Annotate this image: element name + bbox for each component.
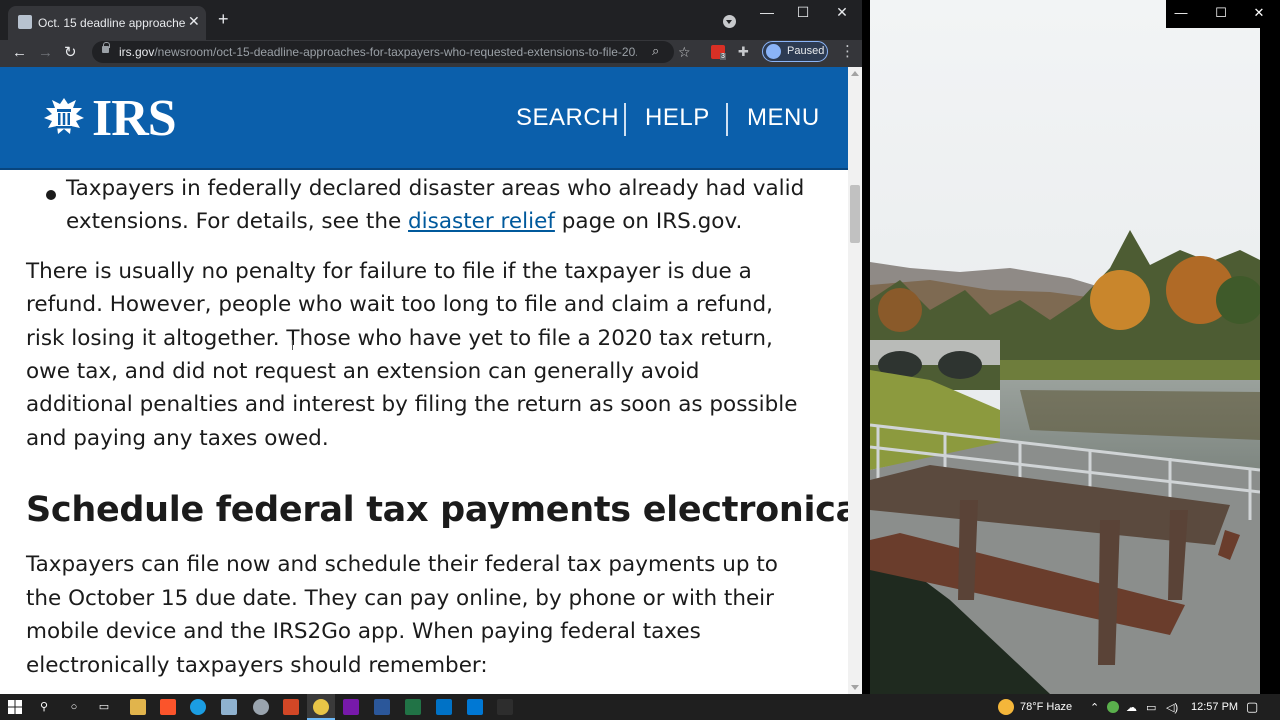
text-cursor xyxy=(292,340,294,350)
paragraph-line: additional penalties and interest by fil… xyxy=(26,392,798,417)
scroll-up-arrow-icon[interactable] xyxy=(851,71,859,76)
close-window-button[interactable]: ✕ xyxy=(827,4,857,21)
task-view-icon[interactable]: ▭ xyxy=(96,699,112,715)
chrome-icon[interactable] xyxy=(313,699,329,715)
paragraph-line: and paying any taxes owed. xyxy=(26,426,329,451)
volume-icon[interactable]: ◁) xyxy=(1166,701,1178,714)
bookmark-star-icon[interactable]: ☆ xyxy=(678,44,691,61)
minimize-button[interactable]: — xyxy=(752,4,782,20)
bullet-line-2: extensions. For details, see the disaste… xyxy=(66,207,742,237)
lock-icon xyxy=(102,42,110,53)
bullet-line-1: Taxpayers in federally declared disaster… xyxy=(66,176,805,201)
new-tab-button[interactable]: + xyxy=(218,10,229,28)
photo-titlebar: — ☐ ✕ xyxy=(1166,0,1280,28)
zoom-icon[interactable]: ⌕ xyxy=(652,43,659,59)
back-arrow-icon[interactable]: ← xyxy=(12,43,27,63)
cortana-icon[interactable]: ○ xyxy=(66,699,82,715)
onenote-icon[interactable] xyxy=(343,699,359,715)
landscape-photo xyxy=(870,0,1260,694)
url-host: irs.gov xyxy=(119,45,155,59)
paragraph-line: Taxpayers can file now and schedule thei… xyxy=(26,552,778,577)
forward-arrow-icon[interactable]: → xyxy=(38,43,53,63)
word-icon[interactable] xyxy=(374,699,390,715)
profile-button[interactable]: Paused xyxy=(762,41,828,62)
reload-icon[interactable]: ↻ xyxy=(64,43,77,63)
minimize-button[interactable]: — xyxy=(1166,5,1196,20)
url-path: /newsroom/oct-15-deadline-approaches-for… xyxy=(154,45,637,59)
irs-wordmark: IRS xyxy=(92,90,177,147)
powerpoint-icon[interactable] xyxy=(283,699,299,715)
nav-divider xyxy=(726,103,728,136)
profile-status: Paused xyxy=(787,45,825,57)
browser-toolbar: ← → ↻ irs.gov/newsroom/oct-15-deadline-a… xyxy=(0,40,862,67)
paragraph-line: the October 15 due date. They can pay on… xyxy=(26,586,774,611)
excel-icon[interactable] xyxy=(405,699,421,715)
tab-close-icon[interactable]: ✕ xyxy=(188,13,200,30)
tab-active[interactable]: Oct. 15 deadline approaches for ✕ xyxy=(8,6,206,40)
tab-strip: Oct. 15 deadline approaches for ✕ + — ☐ … xyxy=(0,0,862,40)
outlook-icon[interactable] xyxy=(436,699,452,715)
page-scrollbar[interactable] xyxy=(848,67,862,694)
app-icon[interactable] xyxy=(253,699,269,715)
start-button[interactable] xyxy=(7,699,23,715)
paragraph-line: There is usually no penalty for failure … xyxy=(26,259,752,284)
tray-app-icon[interactable] xyxy=(1107,701,1119,713)
weather-text[interactable]: 78°F Haze xyxy=(1020,701,1072,713)
eagle-emblem-icon xyxy=(44,98,84,134)
photo-viewer-window: — ☐ ✕ xyxy=(870,0,1280,694)
windows-logo-icon xyxy=(8,700,22,714)
app-icon[interactable] xyxy=(467,699,483,715)
bullet-line-2-text: extensions. For details, see the xyxy=(66,209,409,234)
edge-icon[interactable] xyxy=(190,699,206,715)
weather-sun-icon[interactable] xyxy=(998,699,1014,715)
browser-window: Oct. 15 deadline approaches for ✕ + — ☐ … xyxy=(0,0,862,694)
onedrive-icon[interactable]: ☁ xyxy=(1126,701,1137,714)
notifications-icon[interactable]: ▢ xyxy=(1246,699,1258,715)
avatar xyxy=(766,44,781,59)
nav-help-link[interactable]: HELP xyxy=(645,104,710,132)
terminal-icon[interactable] xyxy=(497,699,513,715)
nav-menu-link[interactable]: MENU xyxy=(747,104,820,132)
scroll-down-arrow-icon[interactable] xyxy=(851,685,859,690)
paragraph-line: owe tax, and did not request an extensio… xyxy=(26,359,700,384)
maximize-button[interactable]: ☐ xyxy=(788,4,818,21)
url-text[interactable]: irs.gov/newsroom/oct-15-deadline-approac… xyxy=(119,45,637,59)
paragraph-line: mobile device and the IRS2Go app. When p… xyxy=(26,619,701,644)
file-explorer-icon[interactable] xyxy=(130,699,146,715)
close-window-button[interactable]: ✕ xyxy=(1244,5,1274,21)
network-icon[interactable]: ▭ xyxy=(1146,701,1156,714)
show-hidden-icons-icon[interactable]: ⌃ xyxy=(1090,701,1099,714)
article-body: Taxpayers in federally declared disaster… xyxy=(0,170,862,694)
tab-search-icon[interactable] xyxy=(723,15,736,28)
paragraph-line: risk losing it altogether. Those who hav… xyxy=(26,326,773,351)
windows-taskbar: ⚲ ○ ▭ 78°F Haze ⌃ ☁ ▭ ◁) 12:57 PM ▢ xyxy=(0,694,1280,720)
site-header: IRS SEARCH HELP MENU xyxy=(0,67,848,170)
nav-search-link[interactable]: SEARCH xyxy=(516,104,619,132)
disaster-relief-link[interactable]: disaster relief xyxy=(408,209,555,234)
browser-menu-icon[interactable]: ⋮ xyxy=(840,42,855,60)
section-heading: Schedule federal tax payments electronic… xyxy=(26,490,862,530)
scrollbar-thumb[interactable] xyxy=(850,185,860,243)
nav-divider xyxy=(624,103,626,136)
extensions-puzzle-icon[interactable]: ✚ xyxy=(738,44,749,60)
list-bullet xyxy=(46,190,56,200)
maximize-button[interactable]: ☐ xyxy=(1206,5,1236,21)
tab-title: Oct. 15 deadline approaches for xyxy=(38,16,186,30)
search-icon[interactable]: ⚲ xyxy=(36,699,52,715)
address-bar[interactable]: irs.gov/newsroom/oct-15-deadline-approac… xyxy=(92,41,674,63)
brave-icon[interactable] xyxy=(160,699,176,715)
bullet-line-2-tail: page on IRS.gov. xyxy=(554,209,743,234)
app-icon[interactable] xyxy=(221,699,237,715)
paragraph-line: refund. However, people who wait too lon… xyxy=(26,292,773,317)
irs-favicon-icon xyxy=(18,15,32,29)
extension-badge: 3 xyxy=(720,53,726,60)
clock-time[interactable]: 12:57 PM xyxy=(1191,701,1238,713)
paragraph-line: electronically taxpayers should remember… xyxy=(26,653,488,678)
